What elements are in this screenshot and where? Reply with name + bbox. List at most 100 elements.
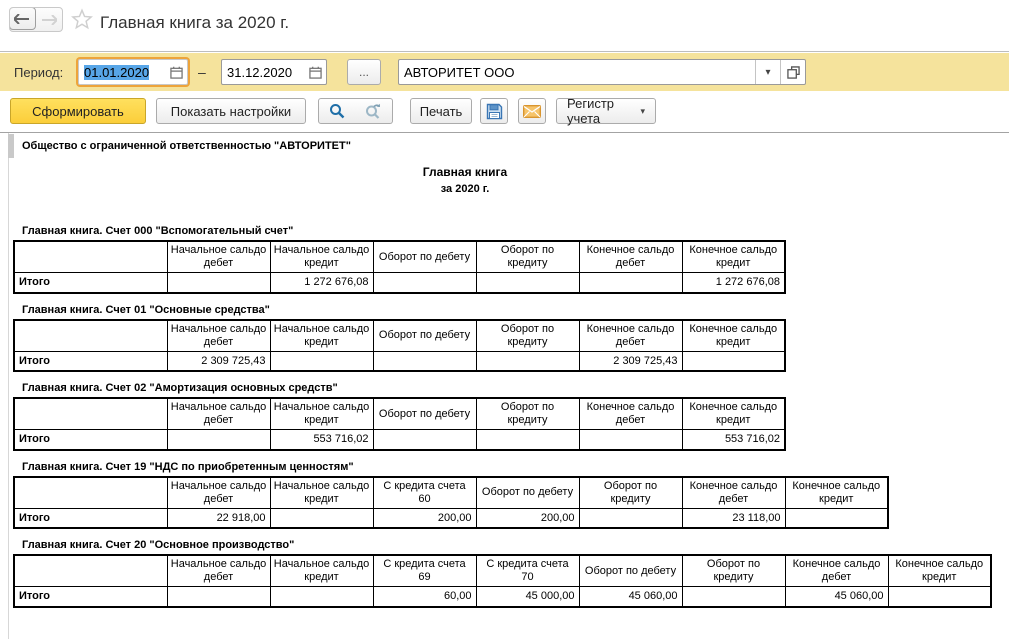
gl-total-label: Итого: [14, 430, 167, 450]
gl-col-header: Начальное сальдо кредит: [270, 477, 373, 509]
period-dash: –: [198, 64, 206, 80]
report-title-block: Главная книга за 2020 г.: [22, 165, 908, 195]
gl-total-row: Итого 1 272 676,08 1 272 676,08: [14, 273, 785, 293]
star-icon: [71, 8, 93, 30]
mail-button[interactable]: [518, 98, 546, 124]
gl-total-row: Итого2 309 725,432 309 725,43: [14, 351, 785, 371]
gl-section-title: Главная книга. Счет 02 "Амортизация осно…: [13, 382, 997, 394]
gl-total-row: Итого60,0045 000,0045 060,0045 060,00: [14, 587, 991, 607]
gl-col-header: Оборот по кредиту: [476, 398, 579, 430]
organization-value: АВТОРИТЕТ ООО: [399, 65, 755, 80]
save-button[interactable]: [480, 98, 508, 124]
date-to-value: 31.12.2020: [222, 65, 304, 80]
gl-col-header: Оборот по кредиту: [476, 241, 579, 273]
search-next-button[interactable]: [355, 98, 393, 124]
gl-total-row: Итого22 918,00200,00200,0023 118,00: [14, 508, 888, 528]
gl-total-value: [476, 351, 579, 371]
gl-total-value: 553 716,02: [682, 430, 785, 450]
gl-col-header: Конечное сальдо дебет: [579, 320, 682, 352]
gl-total-value: 45 060,00: [579, 587, 682, 607]
date-to-input[interactable]: 31.12.2020: [221, 59, 327, 85]
gl-row-label-header: [14, 398, 167, 430]
gl-total-value: 45 060,00: [785, 587, 888, 607]
magnifier-next-icon: [365, 103, 382, 119]
gl-col-header: Оборот по кредиту: [682, 555, 785, 587]
calendar-icon[interactable]: [304, 60, 326, 84]
gl-col-header: С кредита счета 69: [373, 555, 476, 587]
gl-col-header: Начальное сальдо кредит: [270, 555, 373, 587]
gl-total-value: [373, 430, 476, 450]
gl-total-value: 1 272 676,08: [270, 273, 373, 293]
gl-total-value: 2 309 725,43: [167, 351, 270, 371]
gl-total-value: [785, 508, 888, 528]
gl-total-row: Итого553 716,02553 716,02: [14, 430, 785, 450]
gl-table: Начальное сальдо дебетНачальное сальдо к…: [13, 476, 889, 530]
gl-col-header: Начальное сальдо кредит: [270, 398, 373, 430]
gl-total-label: Итого: [14, 587, 167, 607]
period-label: Период:: [14, 65, 63, 80]
gl-total-value: [579, 430, 682, 450]
calendar-icon[interactable]: [165, 60, 187, 84]
gl-total-value: 23 118,00: [682, 508, 785, 528]
back-button[interactable]: [9, 7, 36, 30]
report-corner-cell: [8, 134, 14, 158]
search-button[interactable]: [318, 98, 356, 124]
floppy-disk-icon: [486, 103, 503, 120]
gl-col-header: Оборот по дебету: [373, 320, 476, 352]
gl-total-label: Итого: [14, 273, 167, 293]
gl-section-title: Главная книга. Счет 20 "Основное произво…: [13, 539, 997, 551]
gl-total-value: [476, 273, 579, 293]
forward-arrow-icon: [41, 15, 57, 25]
gl-total-value: 200,00: [373, 508, 476, 528]
gl-section-title: Главная книга. Счет 000 "Вспомогательный…: [13, 225, 997, 237]
gl-total-value: [270, 587, 373, 607]
period-more-button[interactable]: ...: [347, 59, 381, 85]
gl-col-header: Конечное сальдо дебет: [785, 555, 888, 587]
gl-col-header: Начальное сальдо дебет: [167, 241, 270, 273]
gl-section: Главная книга. Счет 19 "НДС по приобрете…: [13, 461, 997, 530]
gl-total-value: [682, 351, 785, 371]
generate-button[interactable]: Сформировать: [10, 98, 146, 124]
favorite-button[interactable]: [71, 8, 93, 35]
chevron-down-icon[interactable]: ▾: [755, 60, 780, 84]
gl-total-value: [167, 587, 270, 607]
gl-col-header: Оборот по дебету: [476, 477, 579, 509]
show-settings-button[interactable]: Показать настройки: [156, 98, 306, 124]
gl-total-value: [373, 273, 476, 293]
back-arrow-icon: [14, 14, 30, 24]
report-title: Главная книга: [22, 165, 908, 179]
forward-button[interactable]: [36, 8, 62, 31]
gl-section: Главная книга. Счет 02 "Амортизация осно…: [13, 382, 997, 451]
register-menu-button[interactable]: Регистр учета ▾: [556, 98, 656, 124]
gl-total-value: [270, 508, 373, 528]
gl-total-value: [579, 508, 682, 528]
gl-total-label: Итого: [14, 351, 167, 371]
gl-total-value: 200,00: [476, 508, 579, 528]
date-from-input[interactable]: 01.01.2020: [78, 59, 188, 85]
report-company-line: Общество с ограниченной ответственностью…: [22, 140, 997, 152]
gl-section: Главная книга. Счет 000 "Вспомогательный…: [13, 225, 997, 294]
gl-col-header: Начальное сальдо дебет: [167, 555, 270, 587]
gl-total-value: 1 272 676,08: [682, 273, 785, 293]
chevron-down-icon: ▾: [640, 106, 645, 117]
report-sections: Главная книга. Счет 000 "Вспомогательный…: [22, 225, 997, 608]
gl-col-header: Конечное сальдо кредит: [682, 241, 785, 273]
gl-total-value: 2 309 725,43: [579, 351, 682, 371]
gl-section: Главная книга. Счет 01 "Основные средств…: [13, 304, 997, 373]
magnifier-icon: [329, 103, 345, 119]
date-from-value: 01.01.2020: [79, 65, 165, 80]
organization-select[interactable]: АВТОРИТЕТ ООО ▾: [398, 59, 806, 85]
gl-total-value: 45 000,00: [476, 587, 579, 607]
gl-table: Начальное сальдо дебетНачальное сальдо к…: [13, 554, 992, 608]
gl-table: Начальное сальдо дебетНачальное сальдо к…: [13, 397, 786, 451]
page-title: Главная книга за 2020 г.: [100, 13, 289, 33]
gl-col-header: Начальное сальдо кредит: [270, 241, 373, 273]
envelope-icon: [523, 105, 541, 118]
gl-total-value: [476, 430, 579, 450]
gl-col-header: Оборот по дебету: [373, 398, 476, 430]
action-toolbar: Сформировать Показать настройки Печать Р…: [0, 91, 1009, 133]
open-window-icon[interactable]: [780, 60, 805, 84]
print-button[interactable]: Печать: [410, 98, 472, 124]
gl-col-header: Оборот по кредиту: [476, 320, 579, 352]
gl-row-label-header: [14, 477, 167, 509]
